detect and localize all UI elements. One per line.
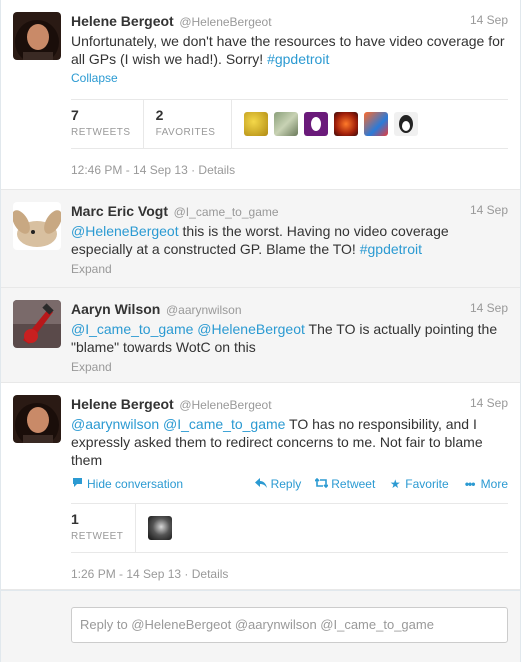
avatar[interactable]	[13, 395, 61, 443]
reply-input[interactable]: Reply to @HeleneBergeot @aarynwilson @I_…	[71, 607, 508, 643]
tweet-actions: Hide conversation Reply Retweet ★ Favori…	[71, 475, 508, 493]
hashtag-link[interactable]: #gpdetroit	[267, 51, 329, 67]
retweets-label: RETWEET	[71, 531, 124, 542]
author-handle[interactable]: @I_came_to_game	[174, 205, 279, 219]
retweet-button[interactable]: Retweet	[314, 477, 375, 491]
retweets-label: RETWEETS	[71, 127, 131, 138]
avatar[interactable]	[274, 112, 299, 136]
reply-arrow-icon	[254, 477, 267, 491]
star-icon: ★	[389, 477, 401, 491]
retweets-count: 7	[71, 107, 79, 123]
tweet-main[interactable]: Helene Bergeot @HeleneBergeot 14 Sep Unf…	[1, 0, 520, 190]
tweet-details[interactable]: 1:26 PM - 14 Sep 13 · Details	[71, 567, 508, 581]
mention-link[interactable]: @HeleneBergeot	[71, 223, 179, 239]
more-button[interactable]: ••• More	[463, 477, 508, 491]
tweet-stats: 1 RETWEET	[71, 503, 508, 553]
favorite-button[interactable]: ★ Favorite	[389, 477, 449, 491]
engager-avatars	[231, 100, 419, 148]
engager-avatars	[135, 504, 173, 552]
reply-box: Reply to @HeleneBergeot @aarynwilson @I_…	[1, 590, 520, 662]
tweet-text: @HeleneBergeot this is the worst. Having…	[71, 223, 449, 257]
expand-link[interactable]: Expand	[71, 360, 112, 374]
hashtag-link[interactable]: #gpdetroit	[360, 241, 422, 257]
tweet-timestamp[interactable]: 14 Sep	[470, 203, 508, 217]
tweet-details[interactable]: 12:46 PM - 14 Sep 13 · Details	[71, 163, 508, 177]
reply-tweet[interactable]: Marc Eric Vogt @I_came_to_game 14 Sep @H…	[1, 190, 520, 288]
retweets-count: 1	[71, 511, 79, 527]
tweet-text: @aarynwilson @I_came_to_game TO has no r…	[71, 416, 483, 468]
tweet-timestamp[interactable]: 14 Sep	[470, 13, 508, 27]
avatar[interactable]	[13, 202, 61, 250]
author-name[interactable]: Marc Eric Vogt	[71, 203, 168, 219]
more-dots-icon: •••	[464, 477, 476, 491]
avatar[interactable]	[13, 12, 61, 60]
mention-link[interactable]: @aarynwilson	[71, 416, 159, 432]
retweet-icon	[314, 477, 329, 491]
speech-bubble-icon	[71, 477, 83, 491]
favorites-count: 2	[155, 107, 164, 123]
avatar[interactable]	[334, 112, 359, 136]
favorites-stat[interactable]: 2 FAVORITES	[142, 100, 232, 148]
expand-link[interactable]: Expand	[71, 262, 112, 276]
mention-link[interactable]: @I_came_to_game	[163, 416, 285, 432]
reply-tweet[interactable]: Aaryn Wilson @aarynwilson 14 Sep @I_came…	[1, 288, 520, 383]
tweet-text: Unfortunately, we don't have the resourc…	[71, 33, 505, 67]
reply-button[interactable]: Reply	[254, 477, 301, 491]
avatar[interactable]	[148, 516, 173, 540]
mention-link[interactable]: @I_came_to_game	[71, 321, 193, 337]
tweet-text: @I_came_to_game @HeleneBergeot The TO is…	[71, 321, 498, 355]
avatar[interactable]	[304, 112, 329, 136]
avatar[interactable]	[364, 112, 389, 136]
collapse-link[interactable]: Collapse	[71, 71, 118, 85]
retweets-stat[interactable]: 1 RETWEET	[71, 504, 135, 552]
favorites-label: FAVORITES	[155, 127, 216, 138]
author-handle[interactable]: @HeleneBergeot	[179, 398, 271, 412]
tweet-timestamp[interactable]: 14 Sep	[470, 301, 508, 315]
avatar[interactable]	[13, 300, 61, 348]
author-handle[interactable]: @HeleneBergeot	[179, 15, 271, 29]
reply-tweet[interactable]: Helene Bergeot @HeleneBergeot 14 Sep @aa…	[1, 383, 520, 590]
author-name[interactable]: Helene Bergeot	[71, 396, 174, 412]
author-name[interactable]: Helene Bergeot	[71, 13, 174, 29]
avatar[interactable]	[394, 112, 419, 136]
retweets-stat[interactable]: 7 RETWEETS	[71, 100, 143, 148]
tweet-stats: 7 RETWEETS 2 FAVORITES	[71, 99, 508, 149]
tweet-timestamp[interactable]: 14 Sep	[470, 396, 508, 410]
avatar[interactable]	[244, 112, 269, 136]
author-name[interactable]: Aaryn Wilson	[71, 301, 160, 317]
mention-link[interactable]: @HeleneBergeot	[197, 321, 305, 337]
hide-conversation-button[interactable]: Hide conversation	[71, 477, 183, 491]
author-handle[interactable]: @aarynwilson	[166, 303, 242, 317]
tweet-thread: Helene Bergeot @HeleneBergeot 14 Sep Unf…	[0, 0, 521, 662]
